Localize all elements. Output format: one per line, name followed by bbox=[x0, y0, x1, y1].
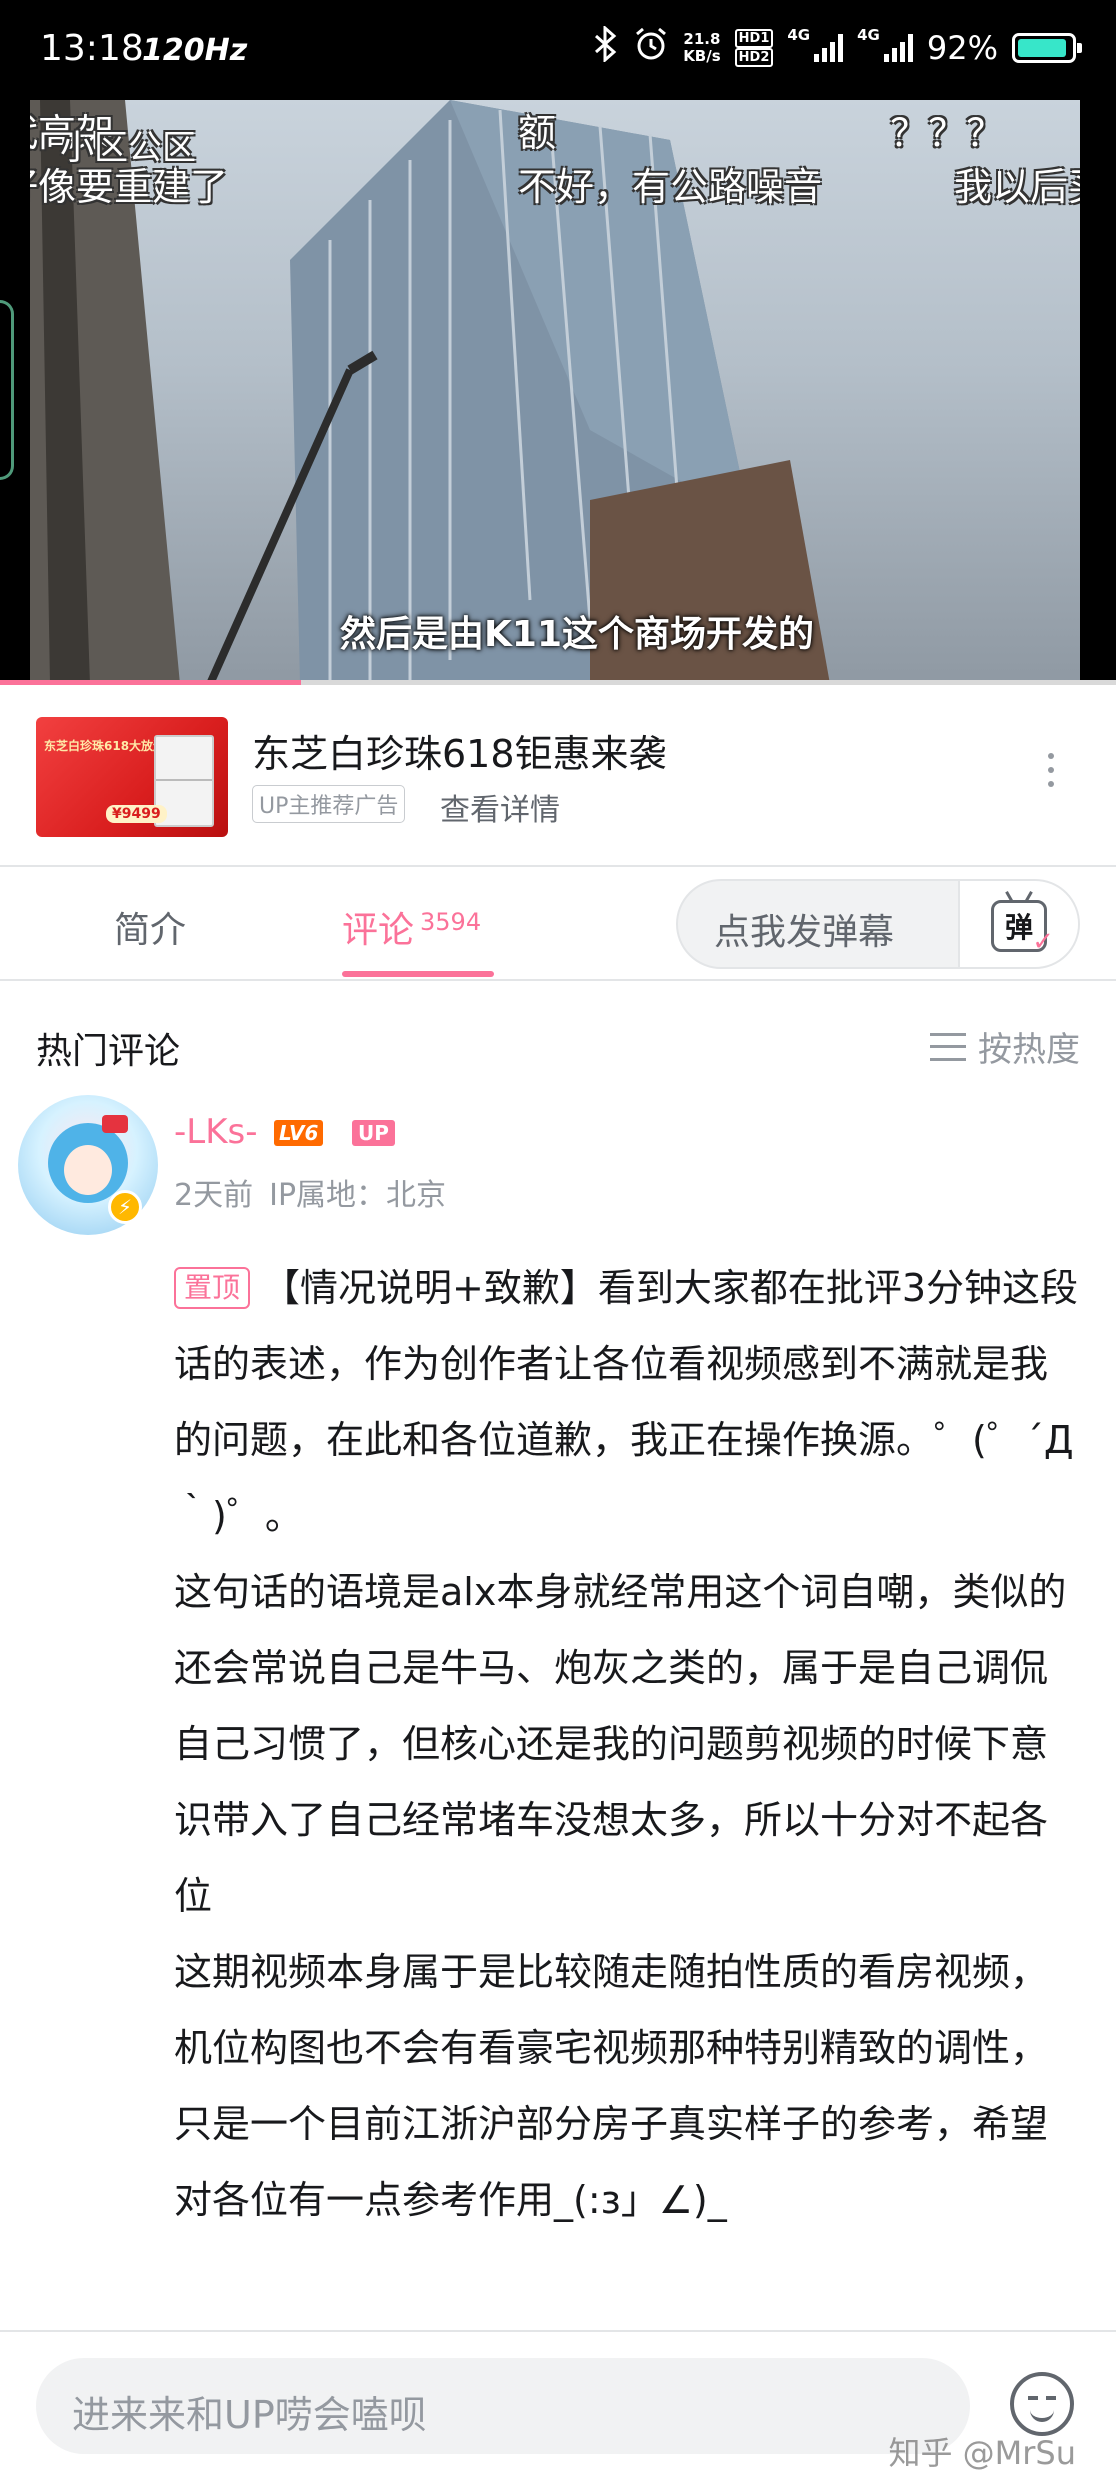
danmaku-toggle-button[interactable]: 弹 ✓ bbox=[958, 881, 1078, 967]
danmaku-item: 额 bbox=[518, 111, 557, 155]
danmaku-item: 好像要重建了 bbox=[30, 165, 229, 209]
active-tab-indicator bbox=[342, 971, 494, 977]
side-drawer-handle[interactable] bbox=[0, 300, 14, 480]
comment-text: 【情况说明+致歉】看到大家都在批评3分钟这段话的表述，作为创作者让各位看视频感到… bbox=[174, 1266, 1079, 1538]
danmaku-item: ？？？ bbox=[890, 111, 1005, 155]
danmaku-item: 不好，有公路噪音 bbox=[518, 165, 823, 209]
comment-meta: 2天前 IP属地：北京 bbox=[174, 1170, 446, 1214]
comment-paragraph: 这期视频本身属于是比较随走随拍性质的看房视频，机位构图也不会有看豪宅视频那种特别… bbox=[174, 1950, 1049, 2222]
level-badge: LV6 bbox=[274, 1120, 324, 1146]
ad-title[interactable]: 东芝白珍珠618钜惠来袭 bbox=[252, 723, 667, 778]
comment-count: 3594 bbox=[420, 908, 482, 936]
danmaku-input[interactable]: 点我发弹幕 弹 ✓ bbox=[676, 879, 1080, 969]
alarm-icon bbox=[633, 26, 669, 70]
reply-input-placeholder: 进来来和UP唠会嗑呗 bbox=[72, 2393, 427, 2437]
check-icon: ✓ bbox=[1032, 927, 1054, 957]
sort-icon bbox=[930, 1032, 966, 1061]
status-time: 13:18 bbox=[40, 28, 144, 69]
tab-bar: 简介 评论 3594 点我发弹幕 弹 ✓ bbox=[0, 867, 1116, 981]
ad-banner[interactable]: 东芝白珍珠618大放送 ¥9499 东芝白珍珠618钜惠来袭 UP主推荐广告 查… bbox=[0, 685, 1116, 865]
hd1-badge: HD1 bbox=[734, 29, 774, 48]
sort-label: 按热度 bbox=[978, 1030, 1080, 1070]
danmaku-tv-icon: 弹 ✓ bbox=[991, 900, 1054, 957]
video-subtitle: 然后是由K11这个商场开发的 bbox=[340, 614, 814, 655]
comment-username[interactable]: -LKs- bbox=[174, 1112, 258, 1152]
net-speed: 21.8 KB/s bbox=[683, 31, 720, 65]
reply-input[interactable]: 进来来和UP唠会嗑呗 bbox=[36, 2358, 970, 2454]
ad-thumb-price: ¥9499 bbox=[106, 805, 167, 823]
battery-percent: 92% bbox=[926, 29, 998, 67]
ad-detail-link[interactable]: 查看详情 bbox=[440, 785, 560, 829]
danmaku-glyph: 弹 bbox=[1004, 911, 1033, 944]
tab-comments-label: 评论 bbox=[342, 910, 415, 951]
comment-ip: IP属地：北京 bbox=[269, 1178, 447, 1213]
watermark: 知乎 @MrSu bbox=[888, 2434, 1076, 2472]
hd2-badge: HD2 bbox=[734, 48, 774, 67]
comment-paragraph: 这句话的语境是alx本身就经常用这个词自嘲，类似的还会常说自己是牛马、炮灰之类的… bbox=[174, 1570, 1067, 1918]
hot-comments-title: 热门评论 bbox=[36, 1031, 181, 1072]
refresh-rate: 120Hz bbox=[142, 33, 248, 68]
emoji-icon[interactable] bbox=[1010, 2372, 1074, 2436]
pinned-badge: 置顶 bbox=[174, 1267, 251, 1309]
signal-icon bbox=[814, 34, 844, 62]
tab-comments[interactable]: 评论 3594 bbox=[342, 901, 481, 953]
ad-thumb-text: 东芝白珍珠618大放送 bbox=[44, 739, 166, 753]
sort-button[interactable]: 按热度 bbox=[930, 1022, 1080, 1071]
danmaku-item: 我以后买， bbox=[954, 165, 1080, 209]
video-frame: 代高架 小区公区 好像要重建了 额 不好，有公路噪音 ？？？ 我以后买， 然后是… bbox=[30, 100, 1080, 684]
comment-body[interactable]: 置顶 【情况说明+致歉】看到大家都在批评3分钟这段话的表述，作为创作者让各位看视频… bbox=[174, 1250, 1080, 2238]
ad-thumbnail[interactable]: 东芝白珍珠618大放送 ¥9499 bbox=[36, 717, 228, 837]
status-bar: 13:18 120Hz 21.8 KB/s HD1 HD2 4G 4G 92% bbox=[0, 0, 1116, 100]
network-type-1: 4G bbox=[787, 26, 811, 44]
net-speed-value: 21.8 bbox=[683, 30, 721, 48]
comment-paragraph: 置顶 【情况说明+致歉】看到大家都在批评3分钟这段话的表述，作为创作者让各位看视频… bbox=[174, 1250, 1080, 1554]
status-icons: 21.8 KB/s HD1 HD2 4G 4G 92% bbox=[593, 24, 1082, 70]
video-player[interactable]: 代高架 小区公区 好像要重建了 额 不好，有公路噪音 ？？？ 我以后买， 然后是… bbox=[0, 100, 1116, 684]
net-speed-unit: KB/s bbox=[683, 47, 721, 65]
more-options-icon[interactable] bbox=[1046, 753, 1056, 787]
danmaku-input-placeholder: 点我发弹幕 bbox=[714, 912, 895, 953]
signal-icon bbox=[883, 34, 913, 62]
tab-intro[interactable]: 简介 bbox=[114, 901, 186, 953]
hd-indicator: HD1 HD2 bbox=[734, 29, 774, 67]
battery-icon bbox=[1012, 33, 1082, 63]
comment-time: 2天前 bbox=[174, 1178, 254, 1213]
lightning-badge-icon: ⚡ bbox=[108, 1190, 142, 1224]
ad-tag: UP主推荐广告 bbox=[252, 785, 406, 823]
up-badge: UP bbox=[352, 1120, 395, 1146]
network-type-2: 4G bbox=[857, 26, 880, 44]
bluetooth-icon bbox=[593, 24, 619, 70]
